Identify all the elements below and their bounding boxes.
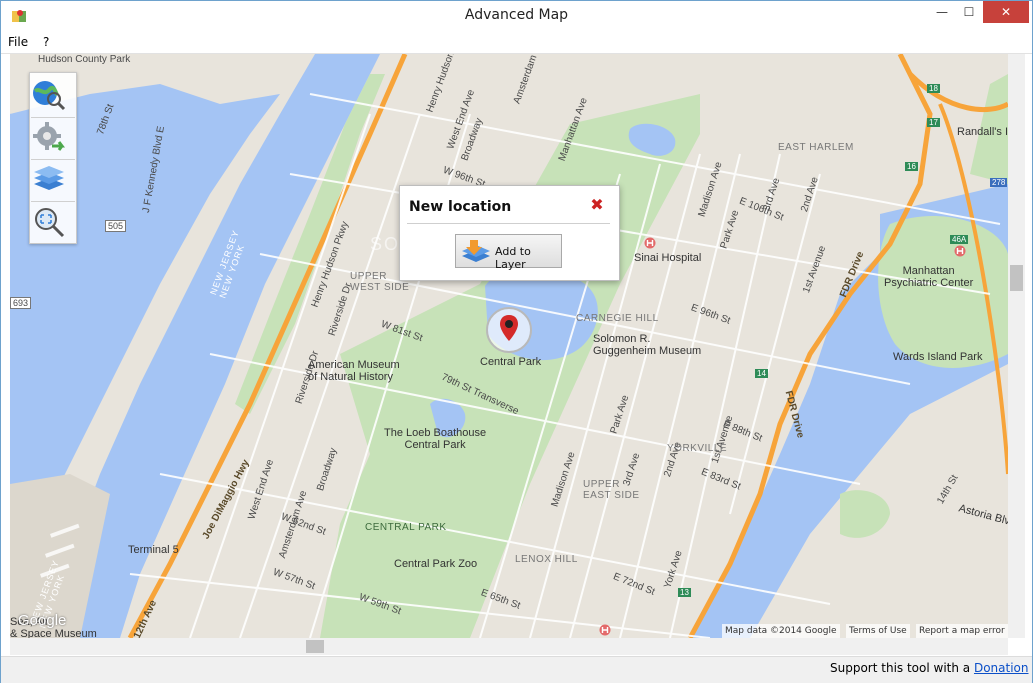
title-bar: Advanced Map — ☐ ✕ [1,1,1032,32]
route-shield: 17 [927,118,940,127]
settings-export-icon[interactable] [30,120,68,156]
support-text: Support this tool with a [830,661,971,675]
hospital-icon [599,624,611,636]
horizontal-scrollbar[interactable] [10,638,1008,655]
toolbar-divider [31,159,75,160]
google-logo: Google [18,612,67,629]
route-shield: 505 [105,220,127,232]
map-label: LENOX HILL [515,554,578,565]
map-poi-label: Randall's I [957,126,1008,138]
map-label: EAST HARLEM [778,142,854,153]
toolbar-divider [31,201,75,202]
hospital-icon [954,245,966,257]
menu-help[interactable]: ? [43,35,49,49]
map-poi-label: Terminal 5 [128,544,179,556]
map-pin-icon [500,315,518,341]
map-poi-label: The Loeb Boathouse Central Park [384,427,487,451]
add-layer-icon [462,240,490,262]
window-title: Advanced Map [464,7,569,23]
hospital-icon [644,237,656,249]
route-shield: 13 [678,588,691,597]
status-bar: Support this tool with a Donation [1,656,1032,683]
menu-file[interactable]: File [8,35,28,49]
map-view[interactable]: Hudson County Park Henry Hudson Pkwy Hen… [10,54,1008,638]
map-poi-label: Manhattan Psychiatric Center [884,265,974,289]
popup-divider [407,223,610,224]
map-poi-label: American Museum of Natural History [308,359,400,383]
popup-close-button[interactable]: ✖ [589,197,605,213]
map-toolbar [29,72,77,244]
map-poi-label: Sinai Hospital [634,252,702,264]
report-map-error-link[interactable]: Report a map error [916,624,1008,638]
zoom-fit-icon[interactable] [30,204,68,240]
horizontal-scroll-thumb[interactable] [306,640,324,653]
map-poi-label: Central Park [480,356,542,368]
map-label: YORKVILLE [667,443,728,454]
vertical-scrollbar[interactable] [1008,54,1025,638]
map-label: Hudson County Park [38,54,131,65]
map-poi-label: Central Park Zoo [394,558,478,570]
map-poi-label: Solomon R. Guggenheim Museum [593,333,702,357]
add-to-layer-button[interactable]: Add to Layer [455,234,562,271]
menu-bar: File ? [1,32,1032,54]
popup-title: New location [409,199,512,215]
new-location-popup: New location ✖ Add to Layer [399,185,620,281]
vertical-scroll-thumb[interactable] [1010,265,1023,291]
add-to-layer-label: Add to Layer [495,245,531,271]
route-shield: 693 [10,297,32,309]
toolbar-divider [31,117,75,118]
globe-search-icon[interactable] [30,77,68,113]
donation-link[interactable]: Donation [974,661,1029,675]
route-shield: 278 [990,178,1008,187]
route-shield: 18 [927,84,940,93]
close-window-button[interactable]: ✕ [983,1,1029,23]
route-shield: 46A [950,235,969,244]
route-shield: 16 [905,162,918,171]
terms-of-use-link[interactable]: Terms of Use [846,624,910,638]
map-label: CENTRAL PARK [365,522,447,533]
map-data-attribution: Map data ©2014 Google [722,624,840,638]
app-window: Advanced Map — ☐ ✕ File ? Hudson County … [0,0,1033,683]
map-label: CARNEGIE HILL [576,313,659,324]
status-message: Support this tool with a Donation [830,661,1029,675]
map-poi-label: Wards Island Park [893,351,983,363]
minimize-button[interactable]: — [929,1,955,23]
maximize-button[interactable]: ☐ [956,1,982,23]
layers-icon[interactable] [30,162,68,198]
location-marker[interactable] [486,307,532,353]
route-shield: 14 [755,369,768,378]
